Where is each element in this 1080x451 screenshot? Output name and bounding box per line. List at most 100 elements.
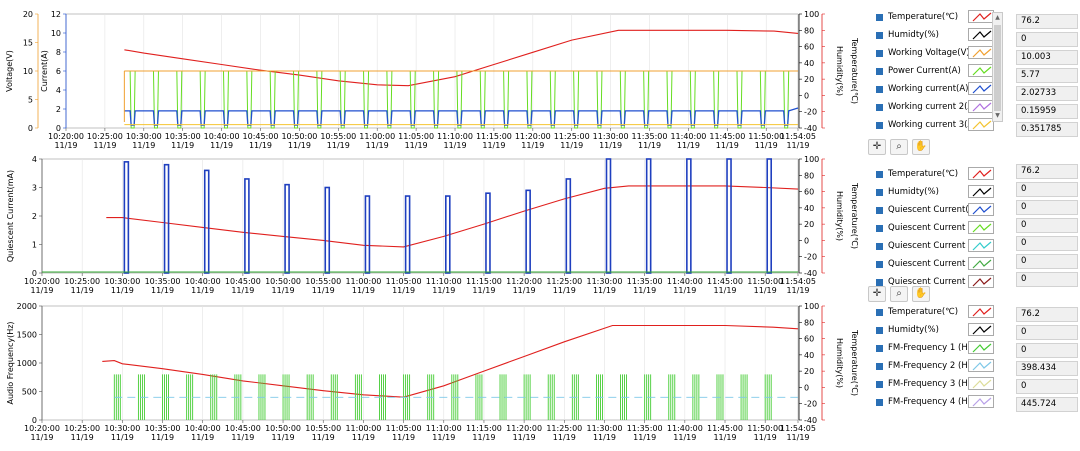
x-tick-label-date: 11/19: [30, 286, 53, 295]
x-tick-label: 10:30:00: [126, 132, 162, 141]
legend-item[interactable]: Quiescent Current(mA): [868, 201, 1013, 219]
legend-item[interactable]: FM-Frequency 2 (Hz): [868, 357, 1013, 375]
y-right-tick-label: 40: [804, 204, 814, 213]
legend-item[interactable]: Quiescent Current 4(mA): [868, 255, 1013, 273]
plot-visible-checkbox[interactable]: [876, 242, 883, 250]
zoom-icon[interactable]: ⌕: [890, 139, 908, 155]
y-left-tick-label: 3: [32, 184, 37, 193]
x-tick-label-date: 11/19: [405, 141, 428, 150]
plot-visible-checkbox[interactable]: [876, 31, 883, 39]
legend-item[interactable]: Quiescent Current 2(mA): [868, 219, 1013, 237]
line-style-preview-icon[interactable]: [968, 323, 994, 336]
line-style-preview-icon[interactable]: [968, 82, 994, 95]
plot-visible-checkbox[interactable]: [876, 308, 883, 316]
line-style-preview-icon[interactable]: [968, 28, 994, 41]
x-tick-label-date: 11/19: [754, 433, 777, 442]
line-style-preview-icon[interactable]: [968, 221, 994, 234]
x-tick-label-date: 11/19: [673, 433, 696, 442]
plot-visible-checkbox[interactable]: [876, 398, 883, 406]
x-tick-label-date: 11/19: [191, 286, 214, 295]
x-tick-label-date: 11/19: [30, 433, 53, 442]
y-left-tick-label: 2: [32, 212, 37, 221]
plot-visible-checkbox[interactable]: [876, 67, 883, 75]
legend-item[interactable]: Temperature(℃): [868, 303, 1013, 321]
line-style-preview-icon[interactable]: [968, 46, 994, 59]
legend-item[interactable]: Humidty(%): [868, 321, 1013, 339]
line-style-preview-icon[interactable]: [968, 377, 994, 390]
plot-visible-checkbox[interactable]: [876, 344, 883, 352]
current-value: 5.77: [1016, 68, 1078, 83]
scroll-thumb[interactable]: [994, 25, 1001, 111]
line-style-preview-icon[interactable]: [968, 10, 994, 23]
y-voltage-tick-label: 15: [23, 39, 33, 48]
x-tick-label-date: 11/19: [210, 141, 233, 150]
pan-icon[interactable]: ✋: [912, 139, 930, 155]
x-tick-label-date: 11/19: [71, 286, 94, 295]
line-style-preview-icon[interactable]: [968, 239, 994, 252]
x-tick-label-date: 11/19: [786, 141, 809, 150]
value-panel-2: 76.2 0 0 0 0 0 0: [1016, 164, 1078, 290]
plot-visible-checkbox[interactable]: [876, 206, 883, 214]
legend-item[interactable]: FM-Frequency 4 (Hz): [868, 393, 1013, 411]
line-style-preview-icon[interactable]: [968, 275, 994, 288]
plot-visible-checkbox[interactable]: [876, 13, 883, 21]
plot-visible-checkbox[interactable]: [876, 85, 883, 93]
left-axis-title: Audio Frequency(Hz): [6, 321, 15, 404]
scroll-up-icon[interactable]: ▲: [993, 13, 1002, 23]
plot-visible-checkbox[interactable]: [876, 326, 883, 334]
legend-item[interactable]: Temperature(℃): [868, 165, 1013, 183]
legend-item[interactable]: Quiescent Current 3(mA): [868, 237, 1013, 255]
plot-visible-checkbox[interactable]: [876, 278, 883, 286]
crosshair-icon[interactable]: ✛: [868, 286, 886, 302]
crosshair-icon[interactable]: ✛: [868, 139, 886, 155]
x-tick-label: 11:15:00: [476, 132, 512, 141]
line-style-preview-icon[interactable]: [968, 395, 994, 408]
y-right-tick-label: 60: [804, 188, 814, 197]
y-right-tick-label: -20: [804, 253, 817, 262]
plot-visible-checkbox[interactable]: [876, 188, 883, 196]
plot-visible-checkbox[interactable]: [876, 380, 883, 388]
y-left-tick-label: 0: [56, 124, 61, 133]
legend-panel-3: Temperature(℃) Humidty(%) FM-Frequency 1 (…: [868, 303, 1013, 411]
line-style-preview-icon[interactable]: [968, 359, 994, 372]
line-style-preview-icon[interactable]: [968, 100, 994, 113]
legend-item[interactable]: Humidty(%): [868, 183, 1013, 201]
legend-scrollbar[interactable]: ▲ ▼: [992, 12, 1003, 122]
line-style-preview-icon[interactable]: [968, 118, 994, 131]
plot-visible-checkbox[interactable]: [876, 121, 883, 129]
charts-canvas: 10:20:0011/1910:25:0011/1910:30:0011/191…: [5, 10, 859, 442]
plot-visible-checkbox[interactable]: [876, 362, 883, 370]
x-tick-label: 10:45:00: [243, 132, 279, 141]
line-style-preview-icon[interactable]: [968, 64, 994, 77]
x-tick-label-date: 11/19: [312, 433, 335, 442]
x-tick-label-date: 11/19: [472, 286, 495, 295]
legend-item[interactable]: FM-Frequency 1 (Hz): [868, 339, 1013, 357]
line-style-preview-icon[interactable]: [968, 341, 994, 354]
line-style-preview-icon[interactable]: [968, 185, 994, 198]
x-tick-label: 11:45:00: [709, 132, 745, 141]
line-style-preview-icon[interactable]: [968, 257, 994, 270]
line-style-preview-icon[interactable]: [968, 203, 994, 216]
graph-tools-1: ✛ ⌕ ✋: [868, 139, 930, 155]
line-style-preview-icon[interactable]: [968, 167, 994, 180]
x-tick-label: 10:25:00: [64, 424, 100, 433]
plot-visible-checkbox[interactable]: [876, 170, 883, 178]
humidity-axis-title: Humidity(%): [835, 338, 844, 388]
x-tick-label: 11:20:00: [506, 424, 542, 433]
plot-visible-checkbox[interactable]: [876, 103, 883, 111]
legend-item[interactable]: FM-Frequency 3 (Hz): [868, 375, 1013, 393]
plot-visible-checkbox[interactable]: [876, 260, 883, 268]
y-right-tick-label: -20: [804, 400, 817, 409]
x-tick-label-date: 11/19: [54, 141, 77, 150]
x-tick-label-date: 11/19: [593, 286, 616, 295]
x-tick-label: 10:55:00: [320, 132, 356, 141]
scroll-down-icon[interactable]: ▼: [993, 111, 1002, 121]
x-tick-label: 11:00:00: [359, 132, 395, 141]
zoom-icon[interactable]: ⌕: [890, 286, 908, 302]
line-style-preview-icon[interactable]: [968, 305, 994, 318]
plot-visible-checkbox[interactable]: [876, 224, 883, 232]
plot-visible-checkbox[interactable]: [876, 49, 883, 57]
current-value: 76.2: [1016, 307, 1078, 322]
pan-icon[interactable]: ✋: [912, 286, 930, 302]
x-tick-label-date: 11/19: [71, 433, 94, 442]
